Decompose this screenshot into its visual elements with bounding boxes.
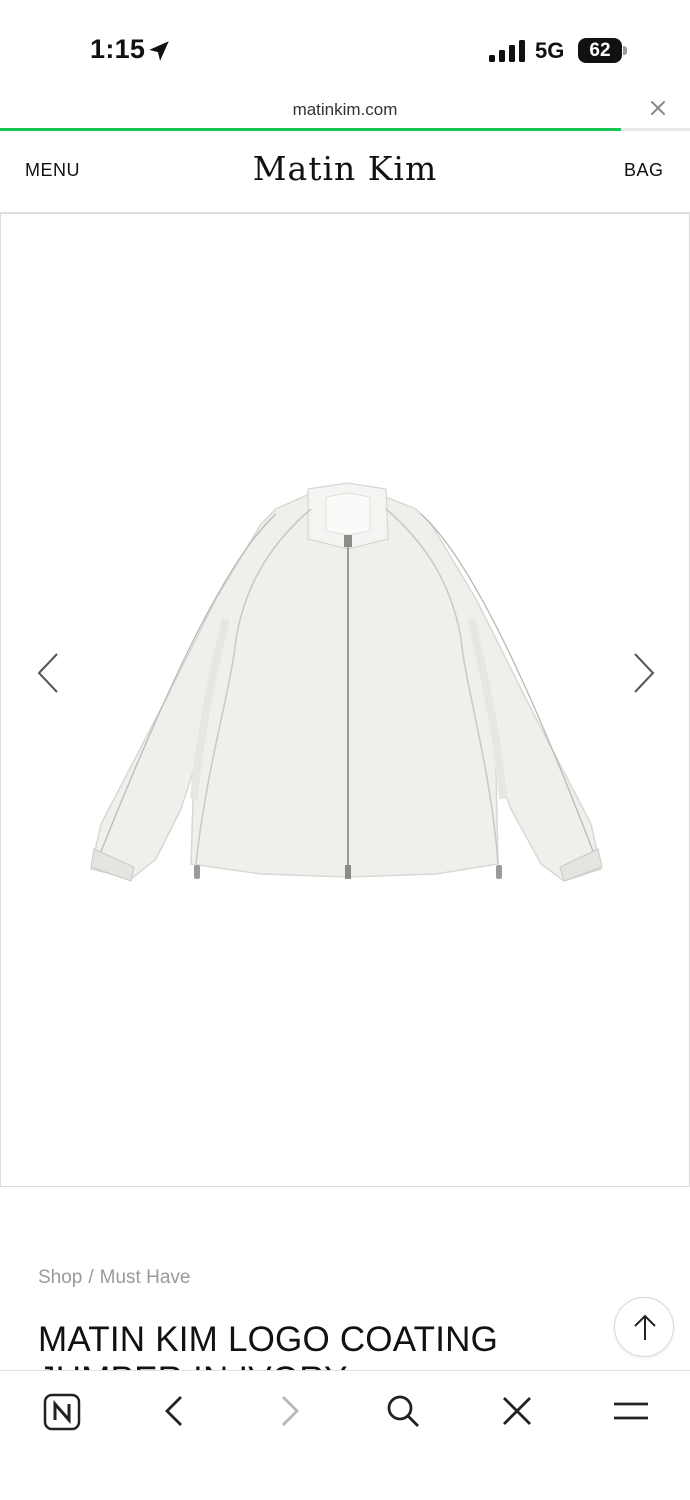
forward-icon bbox=[282, 1396, 299, 1426]
brand-logo[interactable]: Matin Kim bbox=[0, 149, 690, 188]
search-icon bbox=[387, 1395, 419, 1427]
product-image bbox=[90, 482, 603, 882]
back-button[interactable] bbox=[145, 1371, 205, 1451]
menu-button-browser[interactable] bbox=[600, 1371, 660, 1451]
naver-n-icon bbox=[43, 1393, 81, 1431]
breadcrumb-shop[interactable]: Shop bbox=[38, 1267, 82, 1288]
network-type: 5G bbox=[535, 38, 565, 63]
naver-home-button[interactable] bbox=[31, 1371, 91, 1451]
close-tab-button[interactable] bbox=[487, 1371, 547, 1451]
battery-tip bbox=[623, 46, 627, 55]
breadcrumb-must-have[interactable]: Must Have bbox=[100, 1267, 191, 1288]
battery-indicator: 62 bbox=[578, 38, 622, 63]
arrow-up-icon bbox=[634, 1314, 656, 1340]
close-icon[interactable] bbox=[649, 99, 667, 117]
status-bar: 1:15 5G 62 bbox=[0, 0, 690, 100]
location-arrow-icon bbox=[149, 41, 169, 61]
site-header: MENU Matin Kim BAG bbox=[0, 131, 690, 213]
cellular-signal-icon bbox=[489, 40, 525, 62]
status-time: 1:15 bbox=[90, 34, 146, 64]
chevron-left-icon[interactable] bbox=[35, 652, 61, 694]
back-icon bbox=[165, 1396, 182, 1426]
bag-button[interactable]: BAG bbox=[624, 160, 664, 181]
chevron-right-icon[interactable] bbox=[631, 652, 657, 694]
search-button[interactable] bbox=[373, 1371, 433, 1451]
hamburger-icon bbox=[614, 1402, 648, 1420]
breadcrumb: Shop / Must Have bbox=[38, 1267, 191, 1288]
close-icon bbox=[503, 1397, 531, 1425]
browser-toolbar bbox=[0, 1370, 690, 1500]
forward-button[interactable] bbox=[259, 1371, 319, 1451]
url-bar[interactable]: matinkim.com bbox=[0, 90, 690, 130]
product-gallery[interactable] bbox=[0, 213, 690, 1187]
url-text[interactable]: matinkim.com bbox=[0, 100, 690, 120]
scroll-top-button[interactable] bbox=[614, 1297, 674, 1357]
product-title: MATIN KIM LOGO COATING JUMPER IN IVORY bbox=[38, 1320, 499, 1399]
